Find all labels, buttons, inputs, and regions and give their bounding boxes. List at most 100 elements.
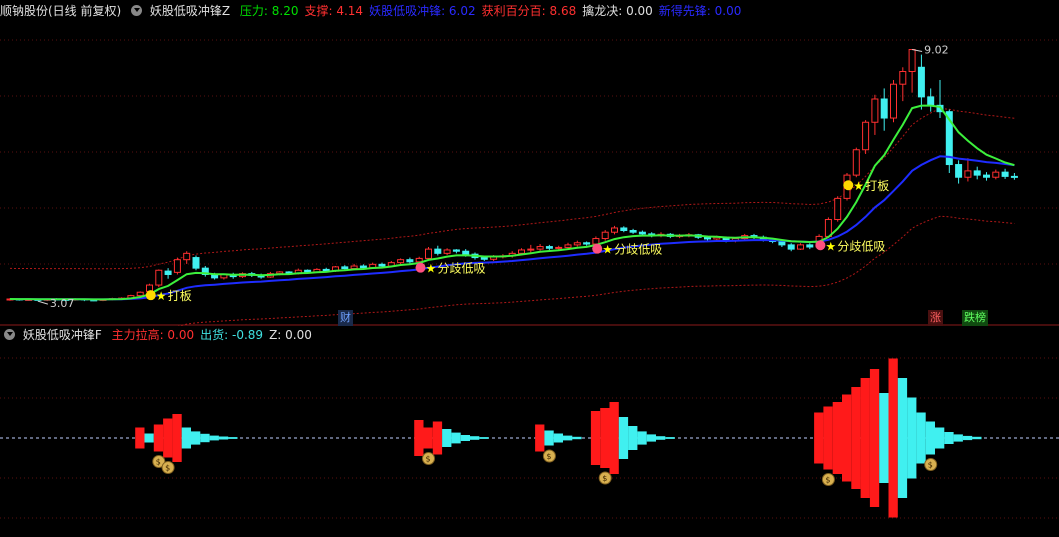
pump-bar xyxy=(814,412,824,464)
pump-bar xyxy=(860,378,870,498)
sell-bar xyxy=(646,434,656,442)
main-header: 顺钠股份(日线 前复权) 妖股低吸冲锋Z 压力: 8.20 支撑: 4.14 妖股低… xyxy=(0,0,753,22)
high-price-label: 9.02 xyxy=(924,44,949,57)
candle xyxy=(583,241,591,246)
candle-body xyxy=(638,231,646,235)
candle xyxy=(917,54,925,110)
event-tag-0[interactable]: 财 xyxy=(338,310,353,326)
pump-bar xyxy=(590,411,601,465)
event-tag-2[interactable]: 跌榜 xyxy=(962,310,988,326)
candle-body xyxy=(155,269,163,286)
candle xyxy=(183,251,191,264)
candle-body xyxy=(350,265,358,270)
money-bag-icon: $ xyxy=(542,449,556,463)
candle-body xyxy=(1010,175,1018,178)
indicator-menu-icon[interactable] xyxy=(131,5,143,16)
indicator-name[interactable]: 妖股低吸冲锋Z xyxy=(150,4,230,18)
main-chart[interactable]: 9.023.07★ 打板★ 分歧低吸★ 分歧低吸 ★ 分歧低吸★ 打板 xyxy=(0,20,1059,326)
sell-bar xyxy=(544,430,554,446)
candle-body xyxy=(164,270,172,275)
low-price-pointer xyxy=(37,300,49,305)
money-bag-symbol: $ xyxy=(165,464,170,473)
signal-marker-2: ★ 分歧低吸 xyxy=(592,243,662,257)
candle-body xyxy=(964,170,972,178)
candle xyxy=(173,257,181,275)
sell-bar xyxy=(144,433,154,443)
pump-bar xyxy=(832,402,842,474)
money-bag-symbol: $ xyxy=(156,458,161,467)
candle xyxy=(397,258,405,265)
pump-bar xyxy=(163,418,173,458)
candle-body xyxy=(611,227,618,233)
indicator-value-2: 妖股低吸冲锋: 6.02 xyxy=(369,4,476,18)
candle xyxy=(527,244,535,253)
candle xyxy=(406,257,414,264)
candle xyxy=(536,244,544,251)
candle xyxy=(620,226,628,233)
candle xyxy=(797,243,804,250)
pump-bar xyxy=(153,424,164,452)
pump-bar xyxy=(535,424,545,452)
candle xyxy=(852,147,860,178)
star-icon: ★ xyxy=(602,243,613,257)
candle xyxy=(908,49,916,93)
sell-bar xyxy=(460,435,470,441)
money-bag-icon: $ xyxy=(422,452,435,465)
pump-bar xyxy=(851,387,861,489)
candle xyxy=(871,94,879,135)
indicator-values: 压力: 8.20 支撑: 4.14 妖股低吸冲锋: 6.02 获利百分百: 8.68 擒… xyxy=(240,4,747,18)
gem-icon xyxy=(815,240,826,251)
candle-body xyxy=(899,71,907,85)
sell-bar xyxy=(442,429,452,447)
signal-marker-0: ★ 打板 xyxy=(145,289,192,303)
pump-bar xyxy=(414,420,424,456)
candle xyxy=(955,160,963,184)
sell-bar xyxy=(656,436,666,440)
candle-body xyxy=(341,266,349,270)
sell-bar xyxy=(907,397,917,479)
candle-body xyxy=(555,246,563,249)
pump-bar xyxy=(609,402,619,474)
candle xyxy=(192,255,200,271)
candle-body xyxy=(787,244,795,250)
candle-body xyxy=(992,171,1000,178)
candle xyxy=(155,269,163,288)
candle-body xyxy=(620,227,628,232)
money-bag-symbol: $ xyxy=(546,452,551,461)
sub-indicator-menu-icon[interactable] xyxy=(4,329,15,340)
candle-body xyxy=(136,291,144,297)
candle xyxy=(983,172,990,181)
money-bag-symbol: $ xyxy=(928,461,933,470)
event-tag-1[interactable]: 涨 xyxy=(928,310,943,326)
candle xyxy=(992,169,1000,180)
candle-body xyxy=(527,248,535,251)
candle-body xyxy=(564,244,572,248)
money-bag-icon: $ xyxy=(821,473,835,486)
candle xyxy=(936,79,944,119)
sub-chart[interactable]: $ $ $ $ $ $ $ xyxy=(0,345,1059,535)
pump-bar xyxy=(172,414,182,462)
candle xyxy=(601,230,609,241)
money-bag-symbol: $ xyxy=(426,455,431,464)
candle xyxy=(806,243,814,250)
sell-bar xyxy=(218,436,229,440)
candle xyxy=(452,249,460,254)
sell-bar xyxy=(897,378,908,498)
signal-label: 分歧低吸 xyxy=(438,262,486,276)
indicator-value-3: 获利百分百: 8.68 xyxy=(481,4,577,18)
signal-label: 打板 xyxy=(168,289,192,303)
candle-body xyxy=(359,265,367,269)
candle-body xyxy=(955,164,963,178)
candle xyxy=(341,265,349,270)
candle xyxy=(862,120,870,154)
sell-bar xyxy=(191,431,201,445)
stock-title: 顺钠股份(日线 前复权) xyxy=(0,4,122,18)
sub-indicator-name[interactable]: 妖股低吸冲锋F xyxy=(23,328,102,342)
candle xyxy=(973,166,981,180)
candle xyxy=(880,88,888,131)
sell-bar xyxy=(200,433,210,443)
sell-bar xyxy=(479,437,489,439)
candle-body xyxy=(304,269,312,273)
candle xyxy=(545,244,553,250)
candle-body xyxy=(1001,171,1009,177)
